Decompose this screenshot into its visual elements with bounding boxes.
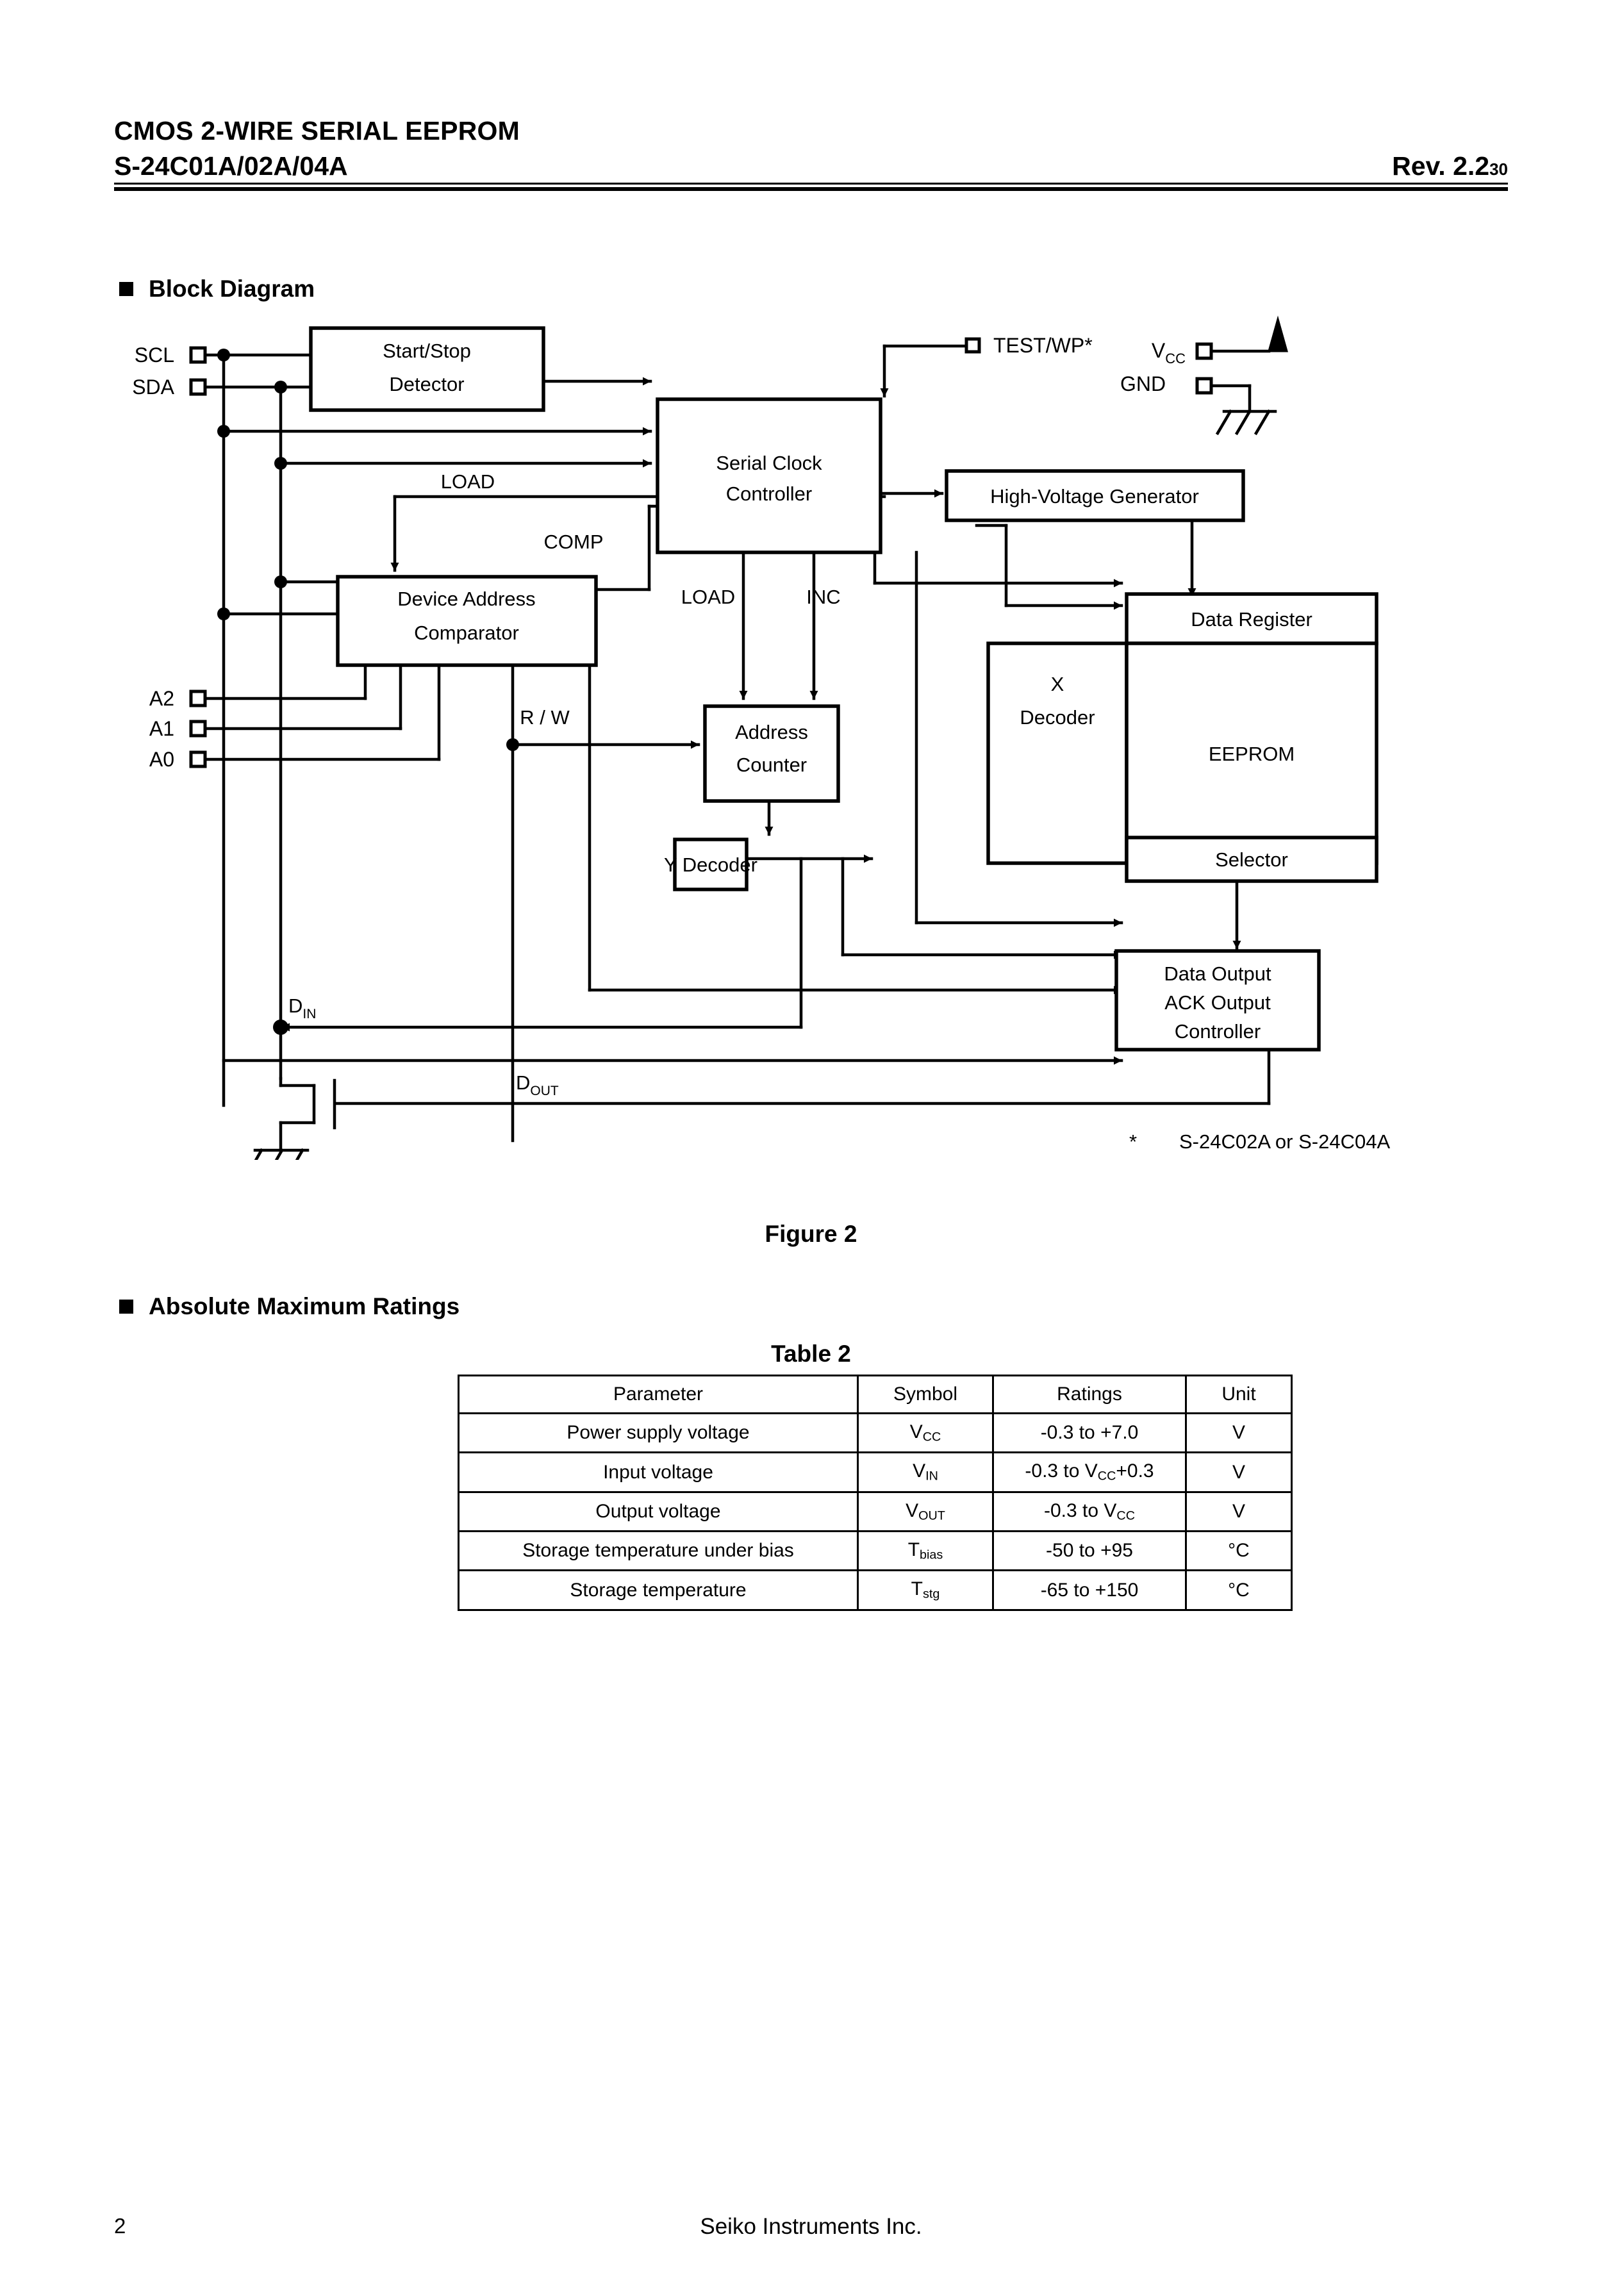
label-data-output-l1: Data Output xyxy=(1164,962,1271,985)
figure-caption: Figure 2 xyxy=(765,1221,857,1247)
bullet-square-icon xyxy=(119,1300,133,1314)
table-row: Output voltage VOUT -0.3 to VCC V xyxy=(458,1491,1293,1533)
cell-symbol: VIN xyxy=(857,1451,994,1493)
signal-label-din-sub: IN xyxy=(302,1007,316,1021)
section-heading-absolute-maximum-ratings: Absolute Maximum Ratings xyxy=(119,1293,459,1320)
signal-label-load-2: LOAD xyxy=(681,586,735,608)
cell-ratings: -65 to +150 xyxy=(992,1569,1187,1611)
cell-ratings: -0.3 to +7.0 xyxy=(992,1412,1187,1454)
header-rule-thick xyxy=(114,187,1508,192)
label-data-register: Data Register xyxy=(1191,608,1312,631)
label-data-output-l2: ACK Output xyxy=(1164,991,1271,1014)
header-rule-thin xyxy=(114,183,1508,185)
table-row: Storage temperature under bias Tbias -50 t… xyxy=(458,1530,1293,1572)
label-serial-clock-controller-l2: Controller xyxy=(726,483,812,505)
bullet-square-icon xyxy=(119,282,133,296)
signal-label-rw: R / W xyxy=(520,706,570,729)
cell-symbol: VCC xyxy=(857,1412,994,1454)
cell-parameter: Output voltage xyxy=(458,1491,859,1533)
company-name: Seiko Instruments Inc. xyxy=(700,2214,922,2239)
header-part-number: S-24C01A/02A/04A xyxy=(114,151,348,181)
label-data-output-l3: Controller xyxy=(1175,1020,1261,1043)
cell-unit: °C xyxy=(1185,1530,1293,1572)
footnote-text: S-24C02A or S-24C04A xyxy=(1179,1130,1390,1153)
cell-symbol: Tbias xyxy=(857,1530,994,1572)
datasheet-page: CMOS 2-WIRE SERIAL EEPROM S-24C01A/02A/0… xyxy=(0,0,1622,2296)
pin-label-gnd: GND xyxy=(1120,372,1166,395)
cell-parameter: Storage temperature xyxy=(458,1569,859,1611)
junction-dots xyxy=(217,349,519,1035)
signal-label-din: D xyxy=(288,995,302,1017)
table-header-row: Parameter Symbol Ratings Unit xyxy=(458,1375,1293,1414)
pin-label-a0: A0 xyxy=(149,748,174,771)
table-caption: Table 2 xyxy=(771,1341,851,1367)
page-header: CMOS 2-WIRE SERIAL EEPROM S-24C01A/02A/0… xyxy=(114,114,1508,192)
table-row: Power supply voltage VCC -0.3 to +7.0 V xyxy=(458,1412,1293,1454)
signal-label-load-1: LOAD xyxy=(441,470,495,493)
footnote-mark: * xyxy=(1129,1130,1137,1153)
cell-ratings: -0.3 to VCC+0.3 xyxy=(992,1451,1187,1493)
column-header-parameter: Parameter xyxy=(458,1375,859,1414)
table-body: Power supply voltage VCC -0.3 to +7.0 V Inpu… xyxy=(458,1412,1293,1611)
pin-label-scl: SCL xyxy=(135,343,174,367)
pin-label-test-wp: TEST/WP* xyxy=(993,334,1093,357)
label-x-decoder-l2: Decoder xyxy=(1020,706,1095,729)
section-heading-block-diagram: Block Diagram xyxy=(119,276,315,302)
cell-unit: V xyxy=(1185,1412,1293,1454)
pin-label-vcc-group: VCC xyxy=(1152,339,1186,367)
cell-ratings: -0.3 to VCC xyxy=(992,1491,1187,1533)
figure-footnote: * S-24C02A or S-24C04A xyxy=(1129,1130,1390,1153)
cell-unit: V xyxy=(1185,1491,1293,1533)
diagram-pin-labels: SCL SDA A2 A1 A0 xyxy=(132,343,174,771)
signal-label-inc: INC xyxy=(806,586,840,608)
cell-parameter: Power supply voltage xyxy=(458,1412,859,1454)
label-device-address-comparator-l2: Comparator xyxy=(414,622,519,644)
cell-parameter: Storage temperature under bias xyxy=(458,1530,859,1572)
table-row: Input voltage VIN -0.3 to VCC+0.3 V xyxy=(458,1451,1293,1493)
label-serial-clock-controller-l1: Serial Clock xyxy=(716,452,822,474)
label-device-address-comparator-l1: Device Address xyxy=(397,588,535,610)
svg-text:VCC: VCC xyxy=(1152,339,1186,367)
cell-symbol: Tstg xyxy=(857,1569,994,1611)
pin-label-vcc-sub: CC xyxy=(1165,351,1186,367)
cell-unit: °C xyxy=(1185,1569,1293,1611)
header-title: CMOS 2-WIRE SERIAL EEPROM xyxy=(114,116,520,145)
cell-parameter: Input voltage xyxy=(458,1451,859,1493)
label-selector: Selector xyxy=(1215,848,1288,871)
pin-label-a1: A1 xyxy=(149,717,174,740)
cell-unit: V xyxy=(1185,1451,1293,1493)
header-revision-text: Rev. 2.2 xyxy=(1392,151,1490,181)
pin-label-sda: SDA xyxy=(132,376,174,399)
label-address-counter-l1: Address xyxy=(735,721,808,743)
absolute-maximum-ratings-table: Parameter Symbol Ratings Unit Power supp… xyxy=(458,1375,1293,1611)
svg-text:DIN: DIN xyxy=(288,995,316,1021)
table-row: Storage temperature Tstg -65 to +150 °C xyxy=(458,1569,1293,1611)
label-start-stop-detector-l1: Start/Stop xyxy=(383,340,471,362)
header-revision-sub: 30 xyxy=(1489,160,1508,179)
svg-text:DOUT: DOUT xyxy=(516,1071,559,1098)
pin-label-vcc: V xyxy=(1152,339,1166,362)
column-header-symbol: Symbol xyxy=(857,1375,994,1414)
column-header-unit: Unit xyxy=(1185,1375,1293,1414)
label-start-stop-detector-l2: Detector xyxy=(389,373,464,395)
block-diagram-figure: Start/Stop Detector Serial Clock Control… xyxy=(132,315,1390,1160)
signal-label-dout-sub: OUT xyxy=(530,1084,559,1098)
section-label-absolute-maximum-ratings: Absolute Maximum Ratings xyxy=(149,1293,460,1319)
label-address-counter-l2: Counter xyxy=(736,754,807,776)
vcc-power-triangle-icon xyxy=(1268,315,1288,352)
header-revision: Rev. 2.230 xyxy=(1392,151,1508,181)
label-high-voltage-generator: High-Voltage Generator xyxy=(990,485,1199,508)
block-serial-clock-controller xyxy=(656,397,882,554)
signal-label-comp: COMP xyxy=(544,531,604,553)
cell-ratings: -50 to +95 xyxy=(992,1530,1187,1572)
column-header-ratings: Ratings xyxy=(992,1375,1187,1414)
label-y-decoder: Y Decoder xyxy=(664,854,757,876)
section-label-block-diagram: Block Diagram xyxy=(149,276,315,302)
cell-symbol: VOUT xyxy=(857,1491,994,1533)
pin-label-a2: A2 xyxy=(149,687,174,710)
label-eeprom: EEPROM xyxy=(1209,743,1295,765)
label-x-decoder-l1: X xyxy=(1051,673,1064,695)
signal-label-dout: D xyxy=(516,1071,530,1094)
